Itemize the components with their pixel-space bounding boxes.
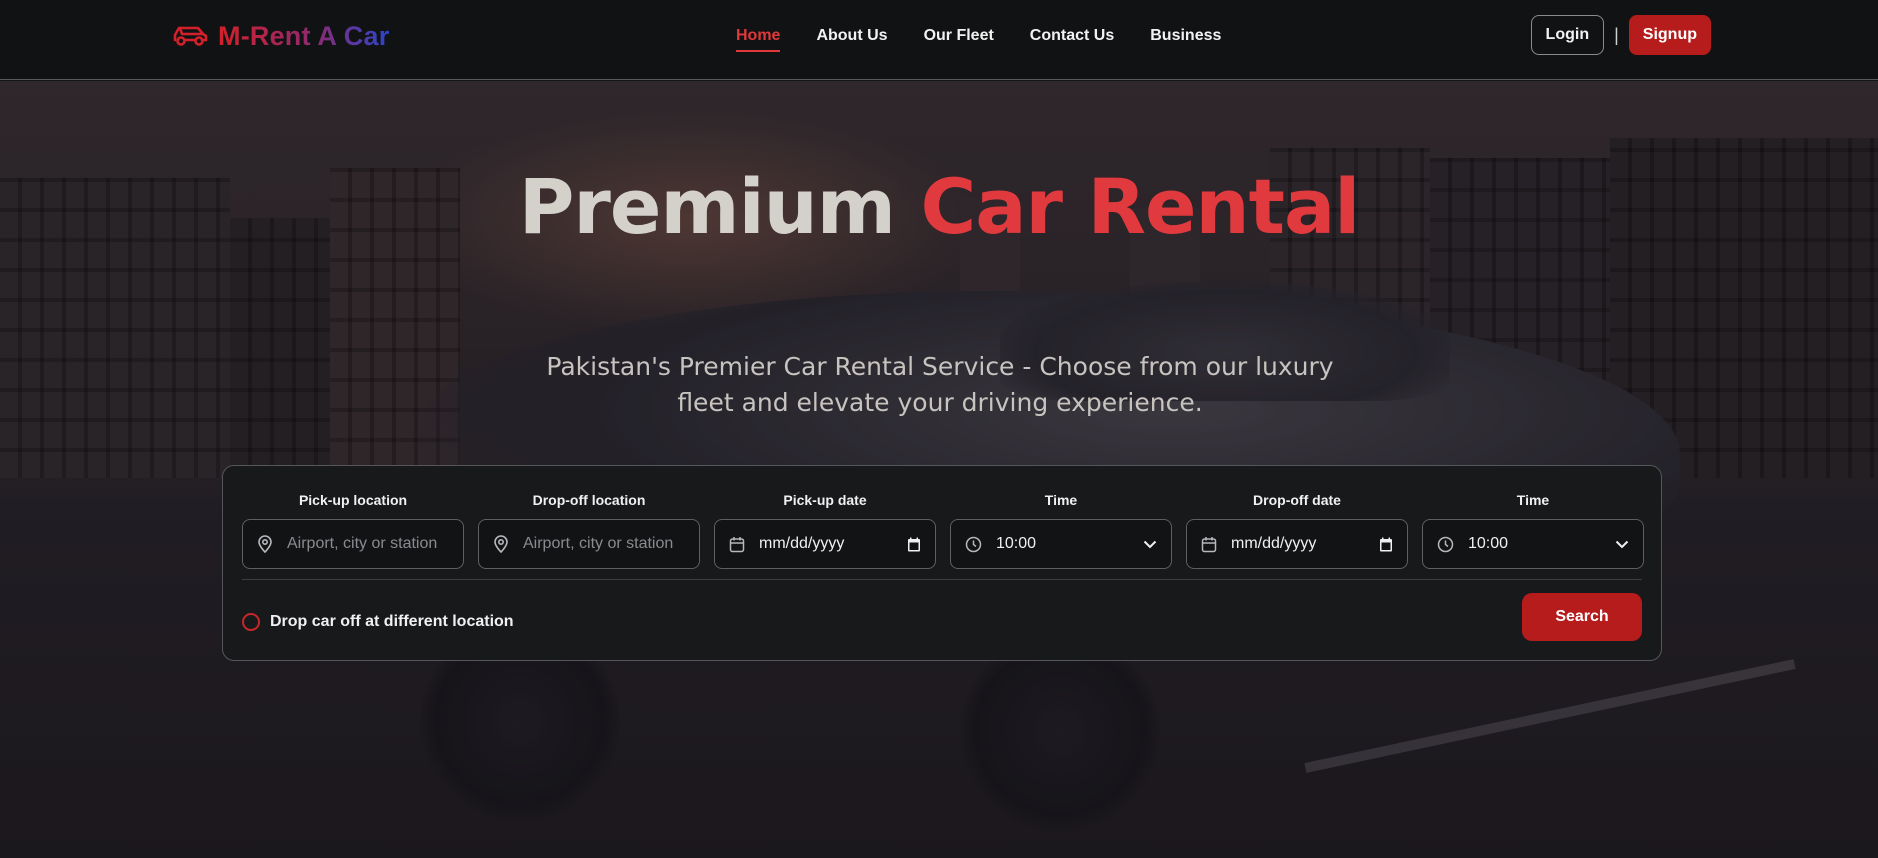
hero-title-premium: Premium xyxy=(518,162,896,251)
pickup-time-field: Time 10:00 xyxy=(950,491,1172,569)
dropoff-time-field: Time 10:00 xyxy=(1422,491,1644,569)
pickup-time-label: Time xyxy=(1044,492,1078,508)
pickup-date-label: Pick-up date xyxy=(783,492,867,508)
pickup-time-select[interactable]: 10:00 xyxy=(950,519,1172,569)
drop-different-location-option[interactable]: Drop car off at different location xyxy=(242,610,514,634)
nav-link-home[interactable]: Home xyxy=(736,24,781,52)
pickup-location-label: Pick-up location xyxy=(298,492,408,508)
top-navbar: M-Rent A Car Home About Us Our Fleet Con… xyxy=(0,0,1878,80)
dropoff-location-box[interactable] xyxy=(478,519,700,569)
dropoff-time-value: 10:00 xyxy=(1468,535,1509,552)
search-button[interactable]: Search xyxy=(1522,593,1642,641)
car-icon xyxy=(173,26,208,46)
dropoff-date-box[interactable]: mm/dd/yyyy xyxy=(1186,519,1408,569)
date-picker-icon[interactable] xyxy=(907,537,921,552)
auth-divider: | xyxy=(1614,24,1619,45)
login-button[interactable]: Login xyxy=(1530,15,1605,55)
dropoff-time-select[interactable]: 10:00 xyxy=(1422,519,1644,569)
dropoff-date-input[interactable]: mm/dd/yyyy xyxy=(1231,535,1365,553)
clock-icon xyxy=(965,536,982,552)
nav-link-business[interactable]: Business xyxy=(1150,24,1221,50)
dropoff-location-label: Drop-off location xyxy=(532,492,646,508)
pickup-date-field: Pick-up date mm/dd/yyyy xyxy=(714,491,936,569)
panel-divider xyxy=(242,579,1642,580)
booking-search-panel: Pick-up location Drop-off location Pick- xyxy=(222,465,1662,661)
dropoff-date-field: Drop-off date mm/dd/yyyy xyxy=(1186,491,1408,569)
dropoff-location-field: Drop-off location xyxy=(478,491,700,569)
nav-link-about-us[interactable]: About Us xyxy=(816,24,887,50)
signup-button[interactable]: Signup xyxy=(1628,15,1711,55)
pickup-location-box[interactable] xyxy=(242,519,464,569)
pickup-date-input[interactable]: mm/dd/yyyy xyxy=(759,535,893,553)
clock-icon xyxy=(1437,536,1454,552)
nav-link-contact-us[interactable]: Contact Us xyxy=(1030,24,1114,50)
auth-buttons: Login | Signup xyxy=(1530,15,1711,55)
pickup-date-box[interactable]: mm/dd/yyyy xyxy=(714,519,936,569)
hero-subtitle: Pakistan's Premier Car Rental Service - … xyxy=(546,352,1334,417)
calendar-icon xyxy=(1201,536,1217,552)
dropoff-date-label: Drop-off date xyxy=(1253,492,1341,508)
main-nav: Home About Us Our Fleet Contact Us Busin… xyxy=(736,24,1221,52)
pickup-time-value: 10:00 xyxy=(996,535,1037,552)
drop-different-location-label: Drop car off at different location xyxy=(270,613,514,630)
hero-title: Premium Car Rental xyxy=(0,162,1878,252)
pickup-location-input[interactable] xyxy=(287,535,449,553)
map-pin-icon xyxy=(258,535,272,553)
booking-fields: Pick-up location Drop-off location Pick- xyxy=(242,491,1644,569)
dropoff-time-label: Time xyxy=(1516,492,1550,508)
chevron-down-icon xyxy=(1143,540,1157,548)
date-picker-icon[interactable] xyxy=(1379,537,1393,552)
dropoff-location-input[interactable] xyxy=(523,535,685,553)
brand-logo[interactable]: M-Rent A Car xyxy=(172,18,389,54)
calendar-icon xyxy=(729,536,745,552)
map-pin-icon xyxy=(494,535,508,553)
chevron-down-icon xyxy=(1615,540,1629,548)
brand-name: M-Rent A Car xyxy=(218,20,390,51)
hero-title-car-rental: Car Rental xyxy=(920,162,1360,251)
pickup-location-field: Pick-up location xyxy=(242,491,464,569)
drop-different-location-radio[interactable] xyxy=(242,613,260,631)
nav-link-our-fleet[interactable]: Our Fleet xyxy=(924,24,994,50)
